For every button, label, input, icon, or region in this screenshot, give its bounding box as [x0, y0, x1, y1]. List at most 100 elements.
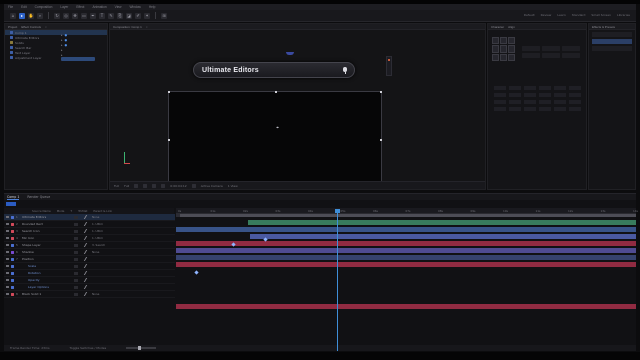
label-color-swatch[interactable]: [11, 285, 14, 289]
layer-name[interactable]: Position: [22, 257, 72, 261]
layer-name[interactable]: Shadow: [22, 250, 72, 254]
project-tab[interactable]: Project: [8, 25, 17, 29]
align-button[interactable]: [500, 53, 507, 61]
label-color-swatch[interactable]: [11, 278, 14, 282]
visibility-eye-icon[interactable]: [6, 279, 9, 281]
layer-duration-bar[interactable]: [176, 227, 636, 232]
viewer-timecode[interactable]: 0:00:04:12: [170, 184, 186, 188]
menu-item-effect[interactable]: Effect: [76, 5, 84, 9]
parent-select[interactable]: 3. Search: [92, 243, 105, 247]
color-channel-icon[interactable]: [191, 183, 196, 188]
anchor-point-icon[interactable]: ⌖: [275, 126, 280, 131]
menu-item-edit[interactable]: Edit: [21, 5, 27, 9]
align-button[interactable]: [500, 37, 507, 45]
char-setting[interactable]: [524, 107, 536, 111]
column-trkmat[interactable]: TrkMat: [78, 209, 87, 213]
visibility-eye-icon[interactable]: [6, 244, 9, 246]
composition-canvas[interactable]: ⌖: [168, 91, 382, 188]
char-setting[interactable]: [554, 93, 566, 97]
close-icon[interactable]: ×: [146, 25, 148, 29]
visibility-eye-icon[interactable]: [6, 286, 9, 288]
layer-duration-bar[interactable]: [176, 304, 636, 309]
leading-field[interactable]: [522, 53, 540, 58]
kerning-field[interactable]: [542, 53, 560, 58]
label-color-swatch[interactable]: [11, 243, 14, 247]
rotate-tool-icon[interactable]: ↻: [54, 12, 60, 19]
align-button[interactable]: [500, 45, 507, 53]
char-setting[interactable]: [539, 86, 551, 90]
parent-select[interactable]: None: [92, 215, 99, 219]
label-color-swatch[interactable]: [11, 215, 14, 219]
char-setting[interactable]: [509, 93, 521, 97]
switch-toggle[interactable]: [74, 229, 78, 233]
brush-tool-icon[interactable]: ✎: [108, 12, 114, 19]
parent-select[interactable]: 1. Ultim: [92, 236, 103, 240]
effect-controls-tab[interactable]: Effect Controls: [21, 25, 41, 29]
quality-switch-icon[interactable]: [78, 285, 88, 289]
layer-row[interactable]: Opacity: [4, 277, 175, 284]
label-color-swatch[interactable]: [11, 236, 14, 240]
close-icon[interactable]: ×: [45, 25, 47, 29]
column-mode[interactable]: Mode: [57, 209, 65, 213]
visibility-eye-icon[interactable]: [6, 216, 9, 218]
char-setting[interactable]: [539, 93, 551, 97]
layer-row[interactable]: 6 Shadow None: [4, 249, 175, 256]
switch-toggle[interactable]: [74, 243, 78, 247]
label-color-swatch[interactable]: [11, 264, 14, 268]
label-color-swatch[interactable]: [11, 257, 14, 261]
switch-toggle[interactable]: [74, 264, 78, 268]
layer-duration-bar[interactable]: [248, 220, 636, 225]
char-setting[interactable]: [524, 86, 536, 90]
font-family-select[interactable]: [522, 46, 540, 51]
visibility-eye-icon[interactable]: [6, 258, 9, 260]
layer-row[interactable]: Rotation: [4, 270, 175, 277]
align-button[interactable]: [492, 45, 499, 53]
switch-toggle[interactable]: [74, 257, 78, 261]
clone-tool-icon[interactable]: ⎘: [117, 12, 123, 19]
quality-switch-icon[interactable]: [78, 243, 88, 247]
layer-duration-bar[interactable]: [176, 255, 636, 260]
quality-switch-icon[interactable]: [78, 271, 88, 275]
playhead-line[interactable]: [337, 213, 338, 351]
timecode-display[interactable]: [6, 202, 16, 206]
quality-switch-icon[interactable]: [78, 222, 88, 226]
layer-row[interactable]: 2 Rounded Rect 1. Ultim: [4, 221, 175, 228]
type-tool-icon[interactable]: T: [99, 12, 105, 19]
layer-name[interactable]: Scale: [22, 264, 72, 268]
char-setting[interactable]: [509, 100, 521, 104]
mask-icon[interactable]: [143, 183, 148, 188]
align-button[interactable]: [508, 45, 515, 53]
camera-tool-icon[interactable]: ◎: [63, 12, 69, 19]
parent-select[interactable]: 1. Ultim: [92, 229, 103, 233]
layer-name[interactable]: Ultimate Editors: [22, 215, 72, 219]
align-button[interactable]: [508, 53, 515, 61]
camera-snapshot-icon[interactable]: [161, 183, 166, 188]
effect-reset-button[interactable]: [61, 57, 95, 61]
transform-handle[interactable]: [168, 139, 170, 141]
snapping-icon[interactable]: ⊞: [161, 12, 167, 19]
layer-name[interactable]: Rotation: [22, 271, 72, 275]
transform-handle[interactable]: [168, 91, 170, 93]
views-select[interactable]: 1 View: [228, 184, 238, 188]
quality-switch-icon[interactable]: [78, 292, 88, 296]
search-bar-graphic[interactable]: Ultimate Editors: [193, 62, 355, 78]
layer-duration-bar[interactable]: [176, 241, 636, 246]
quality-switch-icon[interactable]: [78, 257, 88, 261]
char-setting[interactable]: [569, 100, 581, 104]
align-button[interactable]: [508, 37, 515, 45]
effects-list-item[interactable]: [592, 46, 632, 51]
home-icon[interactable]: ⌂: [10, 12, 16, 19]
menu-item-help[interactable]: Help: [149, 5, 156, 9]
quality-switch-icon[interactable]: [78, 236, 88, 240]
layer-name[interactable]: Mic Icon: [22, 236, 72, 240]
zoom-tool-icon[interactable]: ⌕: [37, 12, 43, 19]
parent-select[interactable]: None: [92, 292, 99, 296]
eraser-tool-icon[interactable]: ◪: [126, 12, 132, 19]
roto-brush-icon[interactable]: ✐: [135, 12, 141, 19]
align-button[interactable]: [492, 37, 499, 45]
transparency-grid-icon[interactable]: [152, 183, 157, 188]
puppet-tool-icon[interactable]: ✶: [144, 12, 150, 19]
char-setting[interactable]: [494, 107, 506, 111]
visibility-eye-icon[interactable]: [6, 265, 9, 267]
zoom-select[interactable]: Full: [114, 184, 119, 188]
